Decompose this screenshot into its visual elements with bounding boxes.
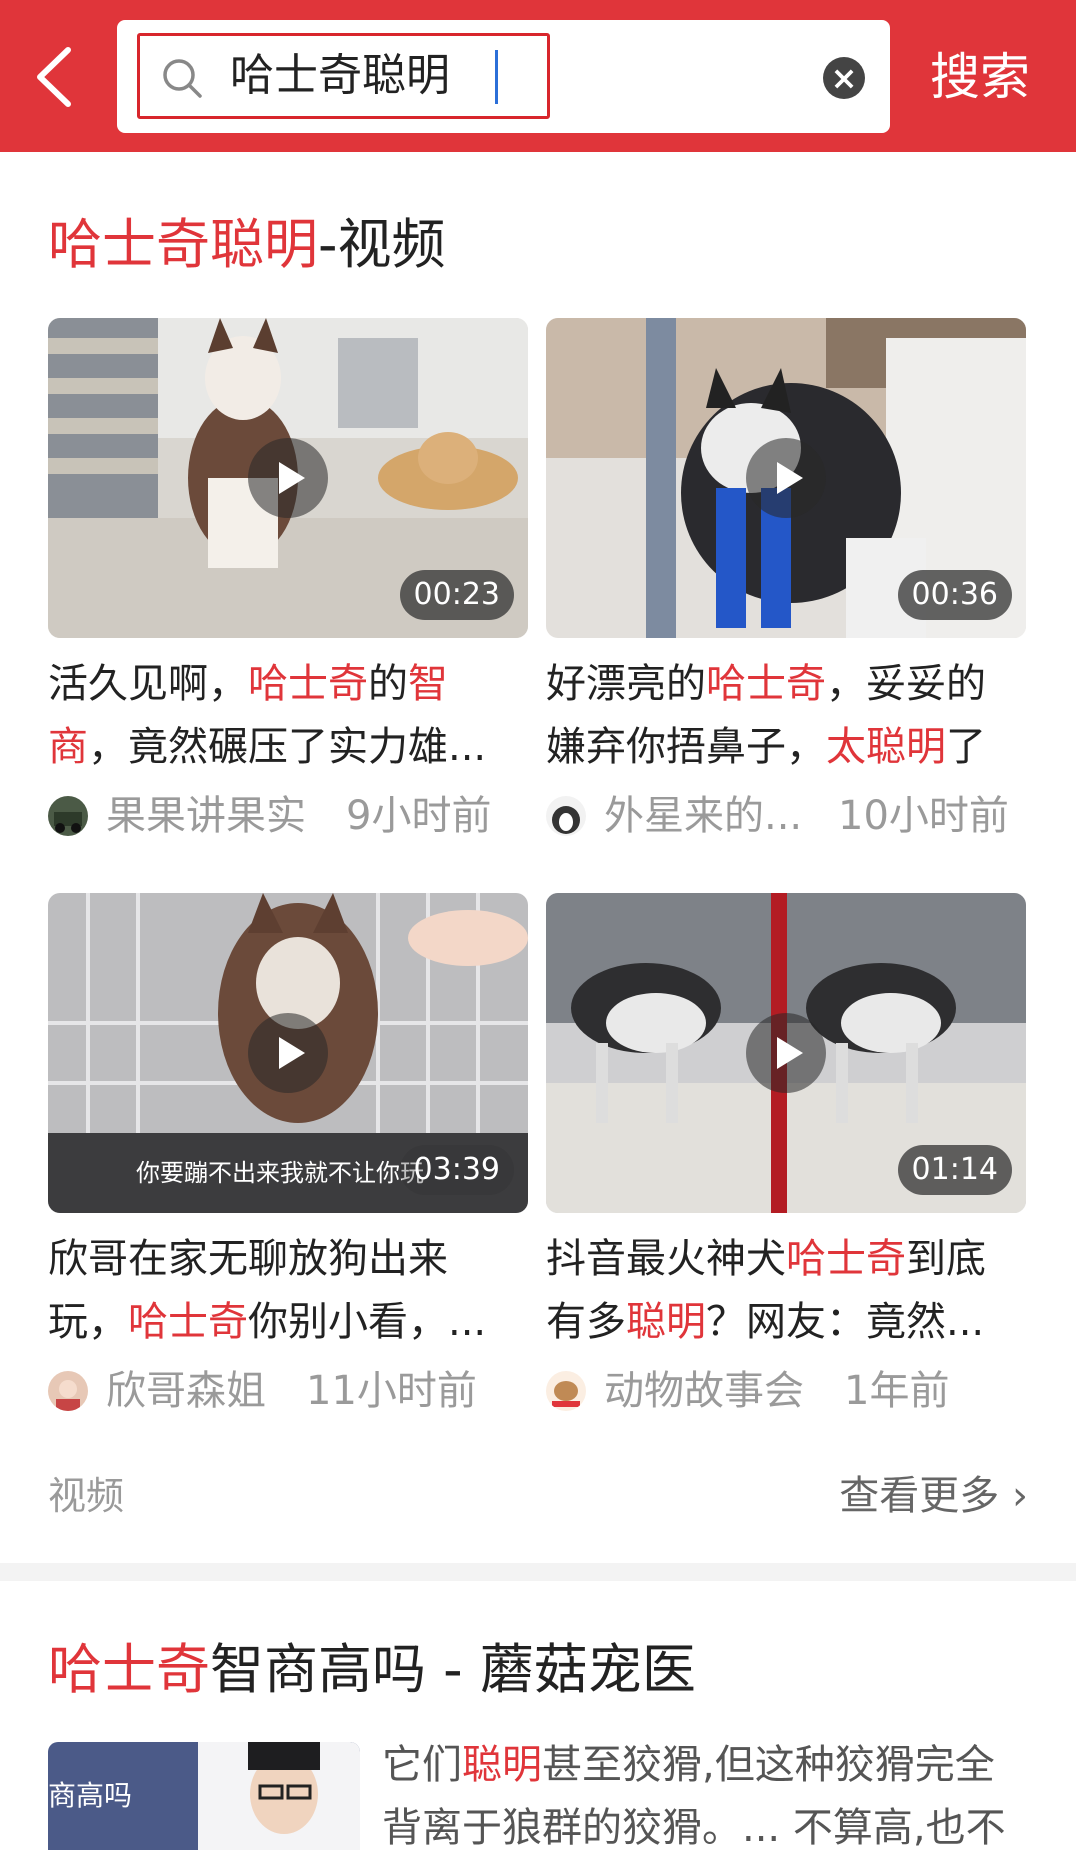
video-section-title: 哈士奇聪明-视频 — [48, 210, 446, 280]
caption-text: 抖音最火神犬 — [546, 1236, 786, 1282]
video-title[interactable]: 好漂亮的哈士奇，妥妥的 嫌弃你捂鼻子，太聪明了 — [546, 653, 1016, 779]
caption-keyword: 哈士奇 — [128, 1299, 248, 1345]
video-duration: 03:39 — [399, 1145, 514, 1195]
play-icon — [248, 1013, 328, 1093]
caption-keyword: 商 — [48, 724, 88, 770]
article-thumb-caption: 商高吗 — [48, 1779, 133, 1812]
caption-keyword: 太聪明 — [826, 724, 946, 770]
search-button[interactable]: 搜索 — [930, 44, 1030, 110]
back-arrow-icon[interactable] — [30, 42, 80, 112]
caption-text: ？网友：竟然... — [706, 1299, 985, 1345]
video-duration: 01:14 — [897, 1145, 1012, 1195]
snippet-text: 甚至狡猾,但这种狡猾完全 — [542, 1742, 995, 1788]
video-meta: 外星来的... 10小时前 — [546, 788, 1026, 848]
search-query-text[interactable]: 哈士奇聪明 — [230, 46, 450, 106]
caption-text: ，竟然碾压了实力雄... — [88, 724, 487, 770]
caption-keyword: 哈士奇 — [248, 661, 368, 707]
caption-text: 到底 — [906, 1236, 986, 1282]
caption-text: 有多 — [546, 1299, 626, 1345]
top-bar: 哈士奇聪明 × 搜索 — [0, 0, 1076, 152]
video-title[interactable]: 欣哥在家无聊放狗出来 玩，哈士奇你别小看，... — [48, 1228, 518, 1354]
video-thumbnail[interactable]: 00:36 — [546, 318, 1026, 638]
caption-text: ，妥妥的 — [826, 661, 986, 707]
video-duration: 00:36 — [897, 570, 1012, 620]
search-icon — [160, 56, 204, 100]
caption-keyword: 聪明 — [626, 1299, 706, 1345]
video-thumbnail[interactable]: 你要蹦不出来我就不让你玩 03:39 — [48, 893, 528, 1213]
play-icon — [746, 438, 826, 518]
see-more-label: 查看更多 — [839, 1473, 1000, 1519]
section-category-label: 视频 — [48, 1474, 125, 1518]
caption-text: 好漂亮的 — [546, 661, 706, 707]
article-title-keyword: 哈士奇 — [48, 1638, 210, 1701]
caption-keyword: 智 — [408, 661, 448, 707]
video-meta: 欣哥森姐 11小时前 — [48, 1363, 528, 1423]
article-thumbnail[interactable]: 商高吗 — [48, 1742, 360, 1850]
play-icon — [746, 1013, 826, 1093]
caption-text: 你别小看，... — [248, 1299, 487, 1345]
post-time: 1年前 — [844, 1368, 950, 1414]
caption-text: 欣哥在家无聊放狗出来 — [48, 1236, 448, 1282]
post-time: 11小时前 — [306, 1368, 477, 1414]
post-time: 10小时前 — [838, 793, 1009, 839]
caption-text: 了 — [946, 724, 986, 770]
video-title[interactable]: 抖音最火神犬哈士奇到底 有多聪明？网友：竟然... — [546, 1228, 1016, 1354]
caption-keyword: 哈士奇 — [706, 661, 826, 707]
video-title[interactable]: 活久见啊，哈士奇的智 商，竟然碾压了实力雄... — [48, 653, 518, 779]
author-name[interactable]: 欣哥森姐 — [106, 1363, 266, 1419]
avatar[interactable] — [546, 796, 586, 836]
play-icon — [248, 438, 328, 518]
caption-keyword: 哈士奇 — [786, 1236, 906, 1282]
post-time: 9小时前 — [346, 793, 492, 839]
author-name[interactable]: 外星来的... — [604, 788, 802, 844]
search-bar: 哈士奇聪明 × — [117, 20, 890, 133]
author-name[interactable]: 动物故事会 — [604, 1363, 804, 1419]
chevron-right-icon: › — [1012, 1473, 1028, 1519]
section-divider — [0, 1563, 1076, 1581]
video-thumbnail[interactable]: 01:14 — [546, 893, 1026, 1213]
avatar[interactable] — [48, 1371, 88, 1411]
video-thumbnail[interactable]: 00:23 — [48, 318, 528, 638]
snippet-text: 它们 — [382, 1742, 462, 1788]
search-input[interactable]: 哈士奇聪明 — [137, 33, 550, 119]
article-title-text: 智商高吗 - 蘑菇宠医 — [210, 1638, 696, 1701]
caption-text: 的 — [368, 661, 408, 707]
caption-text: 活久见啊， — [48, 661, 248, 707]
snippet-keyword: 聪明 — [462, 1742, 542, 1788]
section-title-suffix: -视频 — [318, 213, 446, 276]
avatar[interactable] — [48, 796, 88, 836]
clear-icon[interactable]: × — [823, 57, 865, 99]
avatar[interactable] — [546, 1371, 586, 1411]
article-title[interactable]: 哈士奇智商高吗 - 蘑菇宠医 — [48, 1630, 696, 1710]
author-name[interactable]: 果果讲果实 — [106, 788, 306, 844]
caption-text: 玩， — [48, 1299, 128, 1345]
caption-text: 嫌弃你捂鼻子， — [546, 724, 826, 770]
article-snippet[interactable]: 它们聪明甚至狡猾,但这种狡猾完全 背离于狼群的狡猾。... 不算高,也不 — [382, 1734, 1032, 1850]
section-title-keyword: 哈士奇聪明 — [48, 213, 318, 276]
see-more-link[interactable]: 查看更多 › — [839, 1468, 1028, 1524]
snippet-text: 背离于狼群的狡猾。... 不算高,也不 — [382, 1805, 1006, 1850]
video-meta: 果果讲果实 9小时前 — [48, 788, 528, 848]
video-subtitle: 你要蹦不出来我就不让你玩 — [136, 1159, 424, 1187]
video-duration: 00:23 — [399, 570, 514, 620]
video-meta: 动物故事会 1年前 — [546, 1363, 1026, 1423]
text-cursor — [495, 50, 498, 104]
